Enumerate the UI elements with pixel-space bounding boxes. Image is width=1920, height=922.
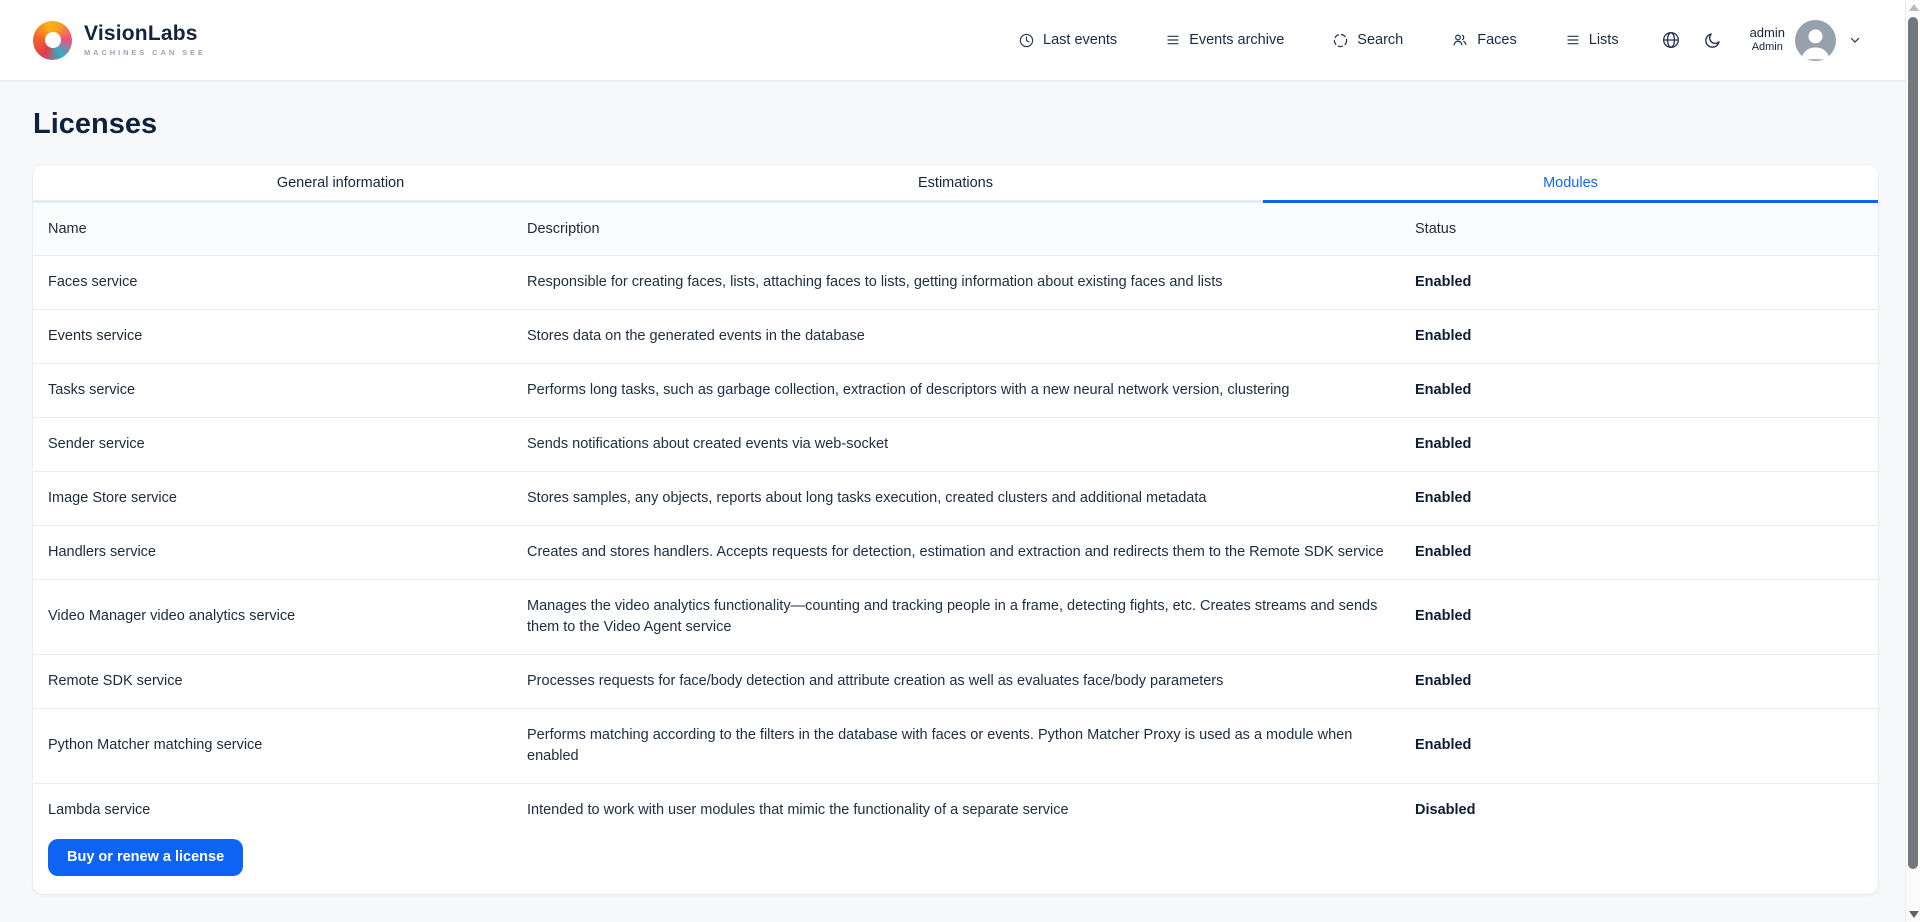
module-description: Responsible for creating faces, lists, a… [527,255,1415,309]
module-status: Enabled [1415,579,1878,654]
column-header-name: Name [33,203,527,255]
table-row: Handlers service Creates and stores hand… [33,525,1878,579]
brand-name: VisionLabs [84,23,206,45]
clock-icon [1018,32,1035,49]
module-status: Disabled [1415,783,1878,837]
module-description: Performs long tasks, such as garbage col… [527,363,1415,417]
nav-label: Events archive [1189,32,1284,48]
table-row: Remote SDK service Processes requests fo… [33,654,1878,708]
tab-modules[interactable]: Modules [1263,165,1878,203]
tab-general-information[interactable]: General information [33,165,648,203]
module-description: Intended to work with user modules that … [527,783,1415,837]
module-status: Enabled [1415,255,1878,309]
module-name: Events service [33,309,527,363]
avatar [1795,20,1836,61]
top-navigation-bar: VisionLabs MACHINES CAN SEE Last events … [0,0,1920,80]
modules-table: Name Description Status Faces service Re… [33,203,1878,837]
module-status: Enabled [1415,654,1878,708]
module-name: Faces service [33,255,527,309]
nav-label: Search [1357,32,1403,48]
module-name: Remote SDK service [33,654,527,708]
module-status: Enabled [1415,417,1878,471]
licenses-card: General information Estimations Modules … [33,165,1878,894]
tabs-bar: General information Estimations Modules [33,165,1878,203]
user-role: Admin [1750,41,1785,54]
module-status: Enabled [1415,363,1878,417]
scrollbar-thumb[interactable] [1908,17,1918,869]
module-name: Python Matcher matching service [33,708,527,783]
module-status: Enabled [1415,309,1878,363]
chevron-down-icon [1848,33,1862,47]
dark-mode-moon-icon[interactable] [1703,31,1722,50]
table-row: Video Manager video analytics service Ma… [33,579,1878,654]
module-description: Stores data on the generated events in t… [527,309,1415,363]
language-globe-icon[interactable] [1661,30,1681,50]
nav-events-archive[interactable]: Events archive [1165,32,1284,48]
scrollbar-down-arrow-icon[interactable] [1909,911,1919,918]
scan-circle-icon [1332,32,1349,49]
people-icon [1451,31,1469,49]
nav-last-events[interactable]: Last events [1018,32,1117,49]
nav-label: Lists [1589,32,1619,48]
nav-label: Faces [1477,32,1517,48]
list-icon [1565,32,1581,48]
header-icon-buttons [1661,30,1722,50]
module-name: Handlers service [33,525,527,579]
scrollbar-up-arrow-icon[interactable] [1909,4,1919,11]
module-description: Stores samples, any objects, reports abo… [527,471,1415,525]
nav-faces[interactable]: Faces [1451,31,1517,49]
module-name: Video Manager video analytics service [33,579,527,654]
user-names: admin Admin [1750,26,1785,54]
tab-estimations[interactable]: Estimations [648,165,1263,203]
visionlabs-logo-icon [33,21,72,60]
table-header-row: Name Description Status [33,203,1878,255]
page-title: Licenses [33,108,1920,141]
main-content: Licenses General information Estimations… [0,80,1920,894]
table-row: Image Store service Stores samples, any … [33,471,1878,525]
module-name: Tasks service [33,363,527,417]
module-description: Creates and stores handlers. Accepts req… [527,525,1415,579]
table-row: Tasks service Performs long tasks, such … [33,363,1878,417]
module-name: Image Store service [33,471,527,525]
module-description: Performs matching according to the filte… [527,708,1415,783]
column-header-status: Status [1415,203,1878,255]
table-row: Python Matcher matching service Performs… [33,708,1878,783]
module-description: Processes requests for face/body detecti… [527,654,1415,708]
brand-tagline: MACHINES CAN SEE [84,48,206,57]
list-icon [1165,32,1181,48]
table-row: Events service Stores data on the genera… [33,309,1878,363]
page-scrollbar[interactable] [1905,0,1920,922]
buy-license-button[interactable]: Buy or renew a license [48,839,243,876]
user-menu[interactable]: admin Admin [1750,20,1862,61]
table-row: Sender service Sends notifications about… [33,417,1878,471]
module-status: Enabled [1415,525,1878,579]
table-row: Lambda service Intended to work with use… [33,783,1878,837]
column-header-description: Description [527,203,1415,255]
module-status: Enabled [1415,708,1878,783]
module-description: Manages the video analytics functionalit… [527,579,1415,654]
brand-logo[interactable]: VisionLabs MACHINES CAN SEE [33,21,206,60]
module-name: Sender service [33,417,527,471]
brand-text: VisionLabs MACHINES CAN SEE [84,23,206,57]
table-row: Faces service Responsible for creating f… [33,255,1878,309]
user-name: admin [1750,26,1785,41]
nav-search[interactable]: Search [1332,32,1403,49]
module-description: Sends notifications about created events… [527,417,1415,471]
module-status: Enabled [1415,471,1878,525]
nav-label: Last events [1043,32,1117,48]
module-name: Lambda service [33,783,527,837]
main-nav: Last events Events archive Search Faces … [1018,31,1619,49]
nav-lists[interactable]: Lists [1565,32,1619,48]
